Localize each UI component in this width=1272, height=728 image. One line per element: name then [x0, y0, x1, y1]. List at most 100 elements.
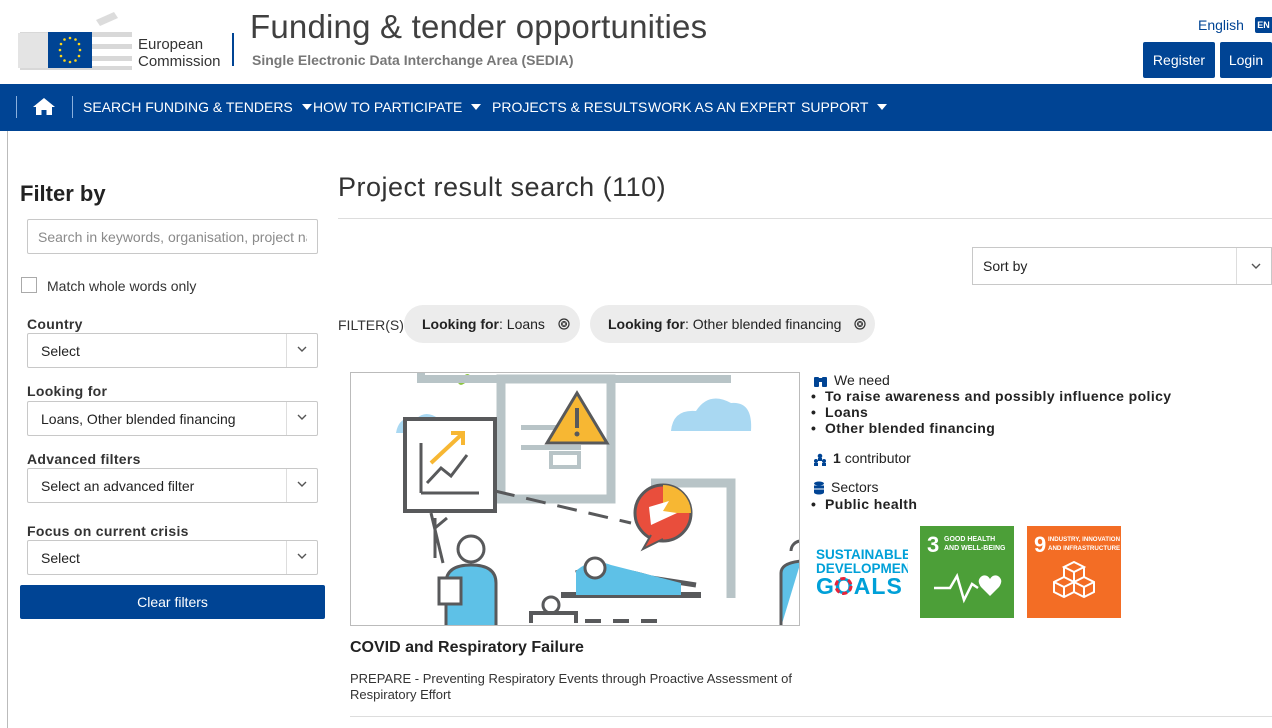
looking-for-label: Looking for [27, 383, 108, 399]
sdg9-text1: INDUSTRY, INNOVATION [1048, 536, 1121, 543]
people-icon [814, 453, 826, 466]
sectors-heading: Sectors [813, 479, 878, 495]
sdg3-number: 3 [927, 532, 939, 557]
main-navigation: SEARCH FUNDING & TENDERS HOW TO PARTICIP… [0, 84, 1272, 131]
sdg-9-industry-icon: 9 INDUSTRY, INNOVATION AND INFRASTRUCTUR… [1034, 532, 1121, 599]
sdg-9-tile[interactable]: 9 INDUSTRY, INNOVATION AND INFRASTRUCTUR… [1027, 526, 1121, 618]
close-circle-icon[interactable] [558, 318, 570, 330]
select-divider [286, 334, 287, 367]
app-subtitle: Single Electronic Data Interchange Area … [252, 52, 574, 68]
select-divider [286, 469, 287, 502]
advanced-filters-select[interactable]: Select an advanced filter [27, 468, 318, 503]
clear-filters-button[interactable]: Clear filters [20, 585, 325, 619]
sort-by-select[interactable]: Sort by [972, 247, 1272, 285]
sort-by-value: Sort by [983, 258, 1028, 274]
looking-for-select-value: Loans, Other blended financing [41, 411, 236, 427]
nav-divider [72, 96, 73, 118]
we-need-heading: We need [813, 372, 890, 388]
nav-label: SUPPORT [801, 99, 869, 115]
sdg-line1: SUSTAINABLE [816, 547, 908, 562]
language-code-badge[interactable]: EN [1255, 17, 1272, 33]
sdg3-text2: AND WELL-BEING [944, 545, 1006, 552]
sdg-logo: SUSTAINABLE DEVELOPMENT GOALS [812, 526, 920, 618]
match-whole-words-label[interactable]: Match whole words only [47, 278, 196, 294]
caret-down-icon [877, 104, 888, 111]
divider [350, 716, 1272, 717]
need-item: Loans [811, 404, 1172, 420]
nav-work-as-expert[interactable]: WORK AS AN EXPERT [648, 84, 796, 131]
language-selector[interactable]: English [1198, 17, 1244, 33]
binoculars-icon [814, 376, 827, 387]
sdg-goals-logo: SUSTAINABLE DEVELOPMENT GOALS [816, 547, 920, 599]
current-crisis-select[interactable]: Select [27, 540, 318, 575]
eu-flag-icon [18, 12, 132, 70]
logo-text: European Commission [138, 36, 221, 70]
sectors-label: Sectors [831, 479, 879, 495]
contributor-label: contributor [844, 450, 911, 466]
need-item: To raise awareness and possibly influenc… [811, 388, 1172, 404]
logo-line-european: European [138, 36, 204, 53]
sdg9-number: 9 [1034, 532, 1046, 557]
filter-chip-other-blended-financing[interactable]: Looking for: Other blended financing [590, 305, 875, 343]
we-need-label: We need [834, 372, 890, 388]
result-title[interactable]: COVID and Respiratory Failure [350, 639, 584, 657]
current-crisis-select-value: Select [41, 550, 80, 566]
sectors-list: Public health [811, 496, 917, 512]
sdg-3-tile[interactable]: 3 GOOD HEALTH AND WELL-BEING [920, 526, 1014, 618]
filter-title: Filter by [20, 181, 106, 206]
home-icon [33, 98, 55, 115]
chevron-down-icon [1251, 263, 1261, 269]
logo-separator [232, 33, 234, 66]
nav-support[interactable]: SUPPORT [801, 84, 888, 131]
select-divider [1236, 248, 1237, 284]
app-title[interactable]: Funding & tender opportunities [250, 8, 707, 46]
site-header: European Commission Funding & tender opp… [0, 0, 1272, 84]
country-select[interactable]: Select [27, 333, 318, 368]
advanced-filters-select-value: Select an advanced filter [41, 478, 195, 494]
page-title: Project result search (110) [338, 172, 667, 202]
filter-chip-loans[interactable]: Looking for: Loans [404, 305, 580, 343]
nav-projects-results[interactable]: PROJECTS & RESULTS [492, 84, 647, 131]
hospital-illustration-icon [396, 373, 799, 625]
sdg-3-health-icon: 3 GOOD HEALTH AND WELL-BEING [927, 532, 1006, 604]
database-icon [814, 481, 824, 495]
looking-for-select[interactable]: Loans, Other blended financing [27, 401, 318, 436]
chip-value: : Loans [499, 316, 545, 332]
caret-down-icon [471, 104, 482, 111]
chevron-down-icon [297, 346, 307, 352]
sector-item: Public health [811, 496, 917, 512]
nav-label: WORK AS AN EXPERT [648, 99, 796, 115]
close-circle-icon[interactable] [854, 318, 866, 330]
active-filters-label: FILTER(S): [338, 317, 408, 333]
chevron-down-icon [297, 481, 307, 487]
select-divider [286, 541, 287, 574]
result-description: PREPARE - Preventing Respiratory Events … [350, 671, 792, 702]
match-whole-words-checkbox[interactable] [21, 277, 37, 293]
home-button[interactable] [28, 94, 60, 120]
contributor-count: 1 [833, 450, 841, 466]
nav-label: SEARCH FUNDING & TENDERS [83, 99, 293, 115]
advanced-filters-label: Advanced filters [27, 451, 141, 467]
chevron-down-icon [297, 414, 307, 420]
sdg3-text1: GOOD HEALTH [944, 536, 995, 543]
nav-label: HOW TO PARTICIPATE [313, 99, 463, 115]
chip-value: : Other blended financing [685, 316, 842, 332]
login-button[interactable]: Login [1220, 42, 1272, 78]
project-illustration[interactable] [350, 372, 800, 626]
caret-down-icon [301, 104, 312, 111]
nav-search-funding[interactable]: SEARCH FUNDING & TENDERS [83, 84, 312, 131]
nav-how-to-participate[interactable]: HOW TO PARTICIPATE [313, 84, 482, 131]
select-divider [286, 402, 287, 435]
contributor-info: 1 contributor [813, 450, 911, 466]
need-item: Other blended financing [811, 420, 1172, 436]
chevron-down-icon [297, 553, 307, 559]
nav-divider [16, 96, 17, 118]
divider [338, 218, 1272, 219]
sdg9-text2: AND INFRASTRUCTURE [1048, 545, 1120, 552]
chip-key: Looking for [608, 316, 685, 332]
register-button[interactable]: Register [1143, 42, 1215, 78]
country-label: Country [27, 316, 83, 332]
keyword-search-input[interactable] [27, 219, 318, 254]
nav-label: PROJECTS & RESULTS [492, 99, 648, 115]
page-border [7, 131, 8, 728]
